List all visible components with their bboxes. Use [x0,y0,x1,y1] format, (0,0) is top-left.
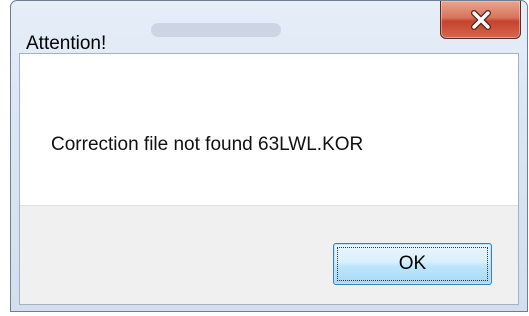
dialog-title: Attention! [26,33,107,54]
close-icon [470,9,491,30]
dialog-body: Correction file not found 63LWL.KOR OK [19,53,519,305]
close-button[interactable] [440,1,521,39]
title-bar[interactable]: Attention! [11,1,527,54]
button-bar: OK [20,205,518,304]
dialog-window: Attention! Correction file not found 63L… [10,0,528,312]
title-bar-blur [151,23,281,37]
ok-button-label: OK [398,253,427,274]
ok-button[interactable]: OK [333,243,492,285]
dialog-message: Correction file not found 63LWL.KOR [51,134,364,155]
message-area: Correction file not found 63LWL.KOR [20,54,518,205]
